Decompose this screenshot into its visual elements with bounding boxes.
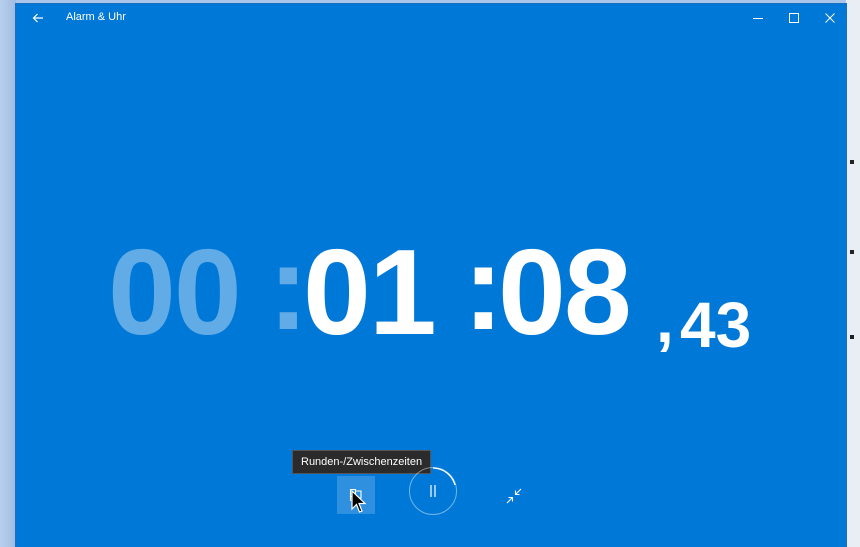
stopwatch-minutes: 01 [303, 224, 437, 360]
close-button[interactable] [812, 4, 846, 32]
back-arrow-icon [32, 13, 43, 23]
pause-button[interactable] [409, 467, 457, 515]
progress-ring [432, 467, 456, 486]
title-bar: Alarm & Uhr [16, 4, 846, 32]
minimize-button[interactable] [740, 4, 776, 32]
stopwatch-display: 00 : 01 : 08 , 43 [108, 222, 788, 362]
desktop-artifact [850, 335, 854, 339]
minimize-icon [753, 18, 763, 19]
maximize-button[interactable] [776, 4, 812, 32]
desktop-background-right [846, 0, 860, 547]
stopwatch-seconds: 08 [498, 224, 632, 360]
desktop-background-left [0, 0, 16, 547]
mouse-cursor-icon [351, 490, 367, 513]
alarm-clock-window: Alarm & Uhr 00 : 01 : 08 , 43 Runden-/Zw… [16, 4, 846, 547]
app-title: Alarm & Uhr [66, 11, 126, 23]
back-button[interactable] [24, 6, 52, 30]
stopwatch-hours: 00 [108, 224, 242, 360]
desktop-artifact [850, 250, 854, 254]
maximize-icon [789, 13, 799, 23]
compact-overlay-button[interactable] [496, 478, 532, 514]
collapse-icon [506, 488, 522, 504]
stopwatch-hundredths: 43 [680, 289, 752, 361]
decimal-separator: , [656, 284, 674, 356]
close-icon [825, 13, 835, 23]
desktop-artifact [850, 160, 854, 164]
